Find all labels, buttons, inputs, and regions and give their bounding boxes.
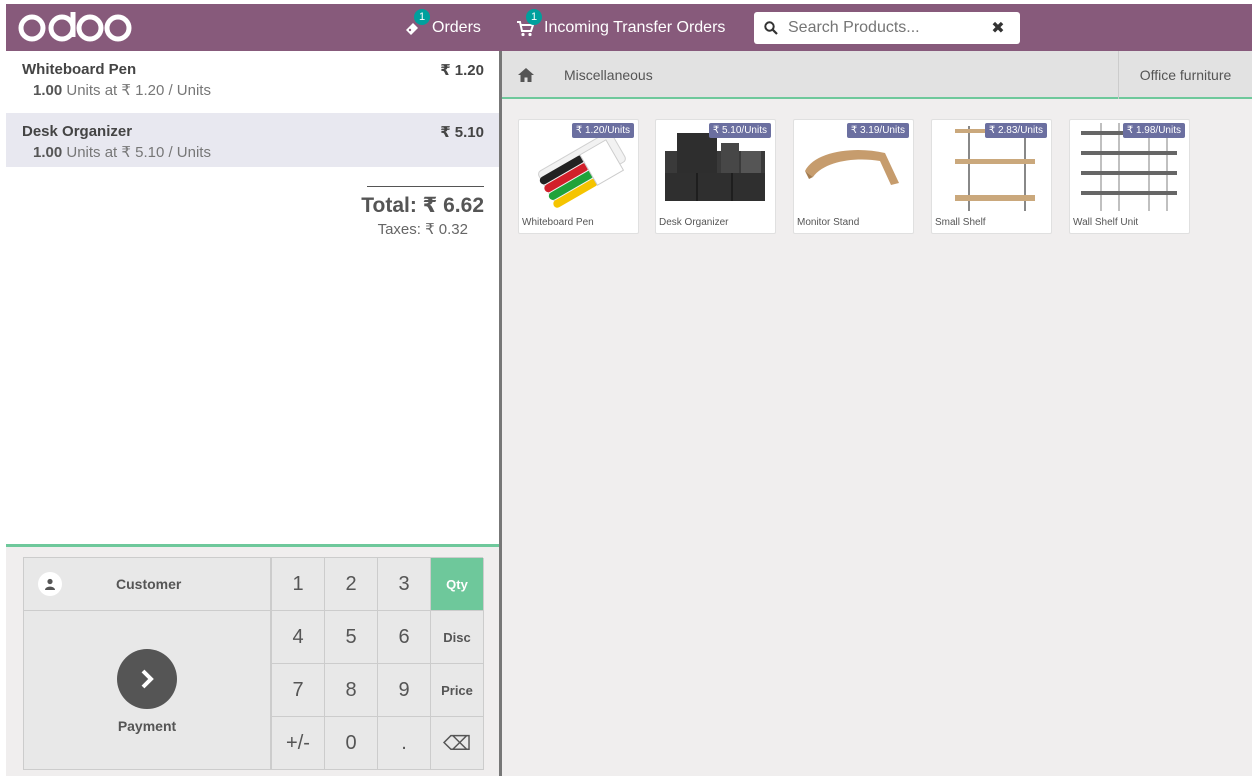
product-name: Wall Shelf Unit (1073, 217, 1139, 228)
incoming-transfer-orders-button[interactable]: 1 Incoming Transfer Orders (516, 4, 725, 51)
orderline-qty: 1.00 (33, 144, 63, 161)
numpad-key-1[interactable]: 1 (272, 558, 325, 611)
order-summary: Total: ₹ 6.62 Taxes: ₹ 0.32 (361, 186, 484, 238)
product-card[interactable]: ₹ 3.19/Units Monitor Stand (793, 119, 914, 234)
price-tag: ₹ 1.20/Units (571, 123, 634, 138)
clear-search-icon[interactable]: ✖ (983, 18, 1013, 38)
price-tag: ₹ 3.19/Units (846, 123, 909, 138)
category-bar: Miscellaneous Office furniture (502, 51, 1252, 99)
numpad-key-dot[interactable]: . (378, 717, 431, 770)
breadcrumb-miscellaneous[interactable]: Miscellaneous (564, 51, 653, 99)
search-input[interactable] (788, 19, 983, 37)
payment-label: Payment (117, 718, 177, 734)
orders-label: Orders (432, 18, 481, 36)
odoo-logo (16, 8, 134, 46)
transfers-label: Incoming Transfer Orders (544, 18, 726, 36)
orderline-product-name: Whiteboard Pen (22, 61, 137, 78)
orders-badge: 1 (414, 8, 430, 25)
product-card[interactable]: ₹ 1.20/Units Whiteboard Pen (518, 119, 639, 234)
home-icon[interactable] (502, 51, 550, 99)
user-icon (38, 572, 62, 596)
numpad-key-3[interactable]: 3 (378, 558, 431, 611)
numpad-key-plus-minus[interactable]: +/- (272, 717, 325, 770)
orders-button[interactable]: 1 Orders (404, 4, 481, 51)
product-pane: Miscellaneous Office furniture ₹ 1.20/Un… (502, 51, 1252, 776)
price-tag: ₹ 5.10/Units (708, 123, 771, 138)
cart-icon: 1 (516, 8, 542, 38)
ticket-icon: 1 (404, 8, 430, 38)
orderline-price: ₹ 1.20 (440, 62, 484, 79)
numpad: 1 2 3 Qty 4 5 6 Disc 7 8 9 Price +/- 0 .… (271, 557, 484, 770)
orderline-selected[interactable]: Desk Organizer ₹ 5.10 1.00 Units at ₹ 5.… (6, 113, 499, 167)
order-total: Total: ₹ 6.62 (361, 194, 484, 217)
mode-disc-button[interactable]: Disc (431, 611, 484, 664)
orderline-unit-text: Units at ₹ 5.10 / Units (66, 144, 211, 161)
numpad-key-9[interactable]: 9 (378, 664, 431, 717)
orderline-info: 1.00 Units at ₹ 1.20 / Units (22, 81, 483, 99)
product-name: Small Shelf (935, 217, 986, 228)
control-pad: Customer Payment 1 2 3 Qty 4 5 6 Disc 7 … (6, 547, 499, 776)
order-taxes: Taxes: ₹ 0.32 (377, 221, 468, 238)
numpad-key-8[interactable]: 8 (325, 664, 378, 717)
top-header: 1 Orders 1 Incoming Transfer Orders ✖ (6, 4, 1252, 51)
product-name: Desk Organizer (659, 217, 729, 228)
backspace-icon[interactable]: ⌫ (431, 717, 484, 770)
payment-button[interactable]: Payment (24, 612, 270, 770)
numpad-key-2[interactable]: 2 (325, 558, 378, 611)
orderline[interactable]: Whiteboard Pen ₹ 1.20 1.00 Units at ₹ 1.… (6, 51, 499, 105)
price-tag: ₹ 2.83/Units (984, 123, 1047, 138)
product-name: Monitor Stand (797, 217, 860, 228)
orderline-price: ₹ 5.10 (440, 124, 484, 141)
search-icon (754, 21, 788, 35)
summary-divider (367, 186, 484, 187)
search-box: ✖ (754, 12, 1020, 44)
category-office-furniture[interactable]: Office furniture (1118, 51, 1252, 99)
price-tag: ₹ 1.98/Units (1122, 123, 1185, 138)
numpad-key-6[interactable]: 6 (378, 611, 431, 664)
product-card[interactable]: ₹ 2.83/Units Small Shelf (931, 119, 1052, 234)
numpad-key-4[interactable]: 4 (272, 611, 325, 664)
orderline-qty: 1.00 (33, 82, 63, 99)
numpad-key-7[interactable]: 7 (272, 664, 325, 717)
orderline-info: 1.00 Units at ₹ 5.10 / Units (22, 143, 483, 161)
customer-button[interactable]: Customer (24, 558, 270, 611)
transfers-badge: 1 (526, 8, 542, 25)
customer-label: Customer (116, 576, 182, 592)
chevron-right-icon (117, 649, 177, 709)
action-pad: Customer Payment (23, 557, 271, 770)
mode-qty-button[interactable]: Qty (431, 558, 484, 611)
orderline-product-name: Desk Organizer (22, 123, 133, 140)
product-name: Whiteboard Pen (522, 217, 594, 228)
orderline-unit-text: Units at ₹ 1.20 / Units (66, 82, 211, 99)
product-card[interactable]: ₹ 1.98/Units Wall Shelf Unit (1069, 119, 1190, 234)
mode-price-button[interactable]: Price (431, 664, 484, 717)
numpad-key-5[interactable]: 5 (325, 611, 378, 664)
numpad-key-0[interactable]: 0 (325, 717, 378, 770)
product-card[interactable]: ₹ 5.10/Units Desk Organizer (655, 119, 776, 234)
